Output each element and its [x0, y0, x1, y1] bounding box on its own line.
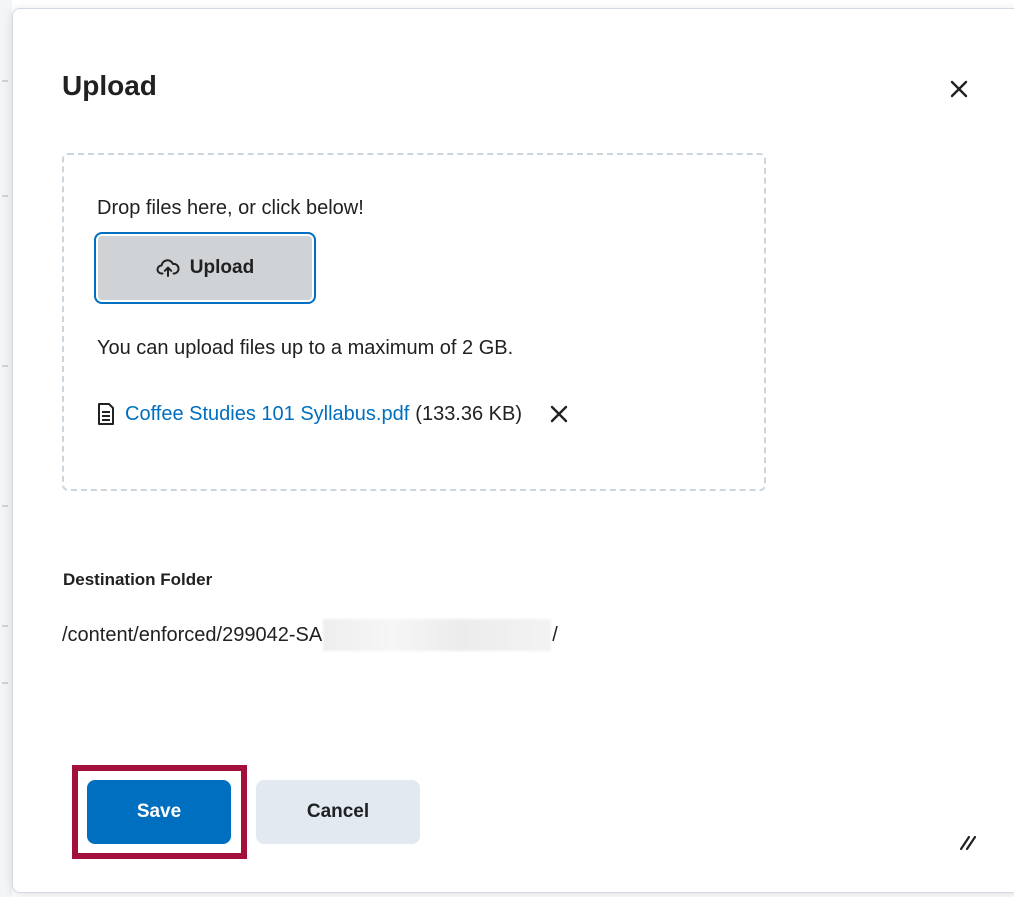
remove-file-icon — [550, 405, 568, 423]
document-icon — [97, 403, 115, 425]
cloud-upload-icon — [156, 259, 180, 277]
upload-button-label: Upload — [189, 257, 255, 278]
background-marker — [2, 365, 8, 367]
save-button[interactable]: Save — [87, 780, 231, 844]
background-marker — [2, 682, 8, 684]
background-page-edge — [0, 0, 12, 897]
dialog-title: Upload — [62, 70, 157, 101]
background-marker — [2, 195, 8, 197]
file-dropzone[interactable]: Drop files here, or click below! Upload … — [62, 153, 766, 491]
resize-grip-icon — [959, 835, 977, 851]
close-button[interactable] — [941, 71, 977, 107]
redacted-path-segment — [323, 619, 552, 651]
destination-path-prefix: /content/enforced/299042-SA — [62, 623, 323, 646]
background-marker — [2, 80, 8, 82]
max-size-note: You can upload files up to a maximum of … — [97, 337, 514, 359]
resize-handle[interactable] — [953, 827, 977, 851]
background-marker — [2, 505, 8, 507]
uploaded-file-row: Coffee Studies 101 Syllabus.pdf (133.36 … — [97, 399, 574, 429]
destination-folder-label: Destination Folder — [63, 570, 213, 589]
upload-dialog: Upload Drop files here, or click below! … — [12, 8, 1014, 893]
cancel-button[interactable]: Cancel — [256, 780, 420, 844]
file-size: (133.36 KB) — [415, 402, 523, 425]
upload-button[interactable]: Upload — [94, 232, 316, 304]
drop-hint: Drop files here, or click below! — [97, 197, 364, 219]
file-name-link[interactable]: Coffee Studies 101 Syllabus.pdf — [125, 403, 409, 426]
destination-path-suffix: / — [552, 623, 558, 646]
background-marker — [2, 625, 8, 627]
close-icon — [950, 80, 968, 98]
destination-folder-path: /content/enforced/299042-SA / — [62, 619, 558, 651]
remove-file-button[interactable] — [544, 399, 574, 429]
